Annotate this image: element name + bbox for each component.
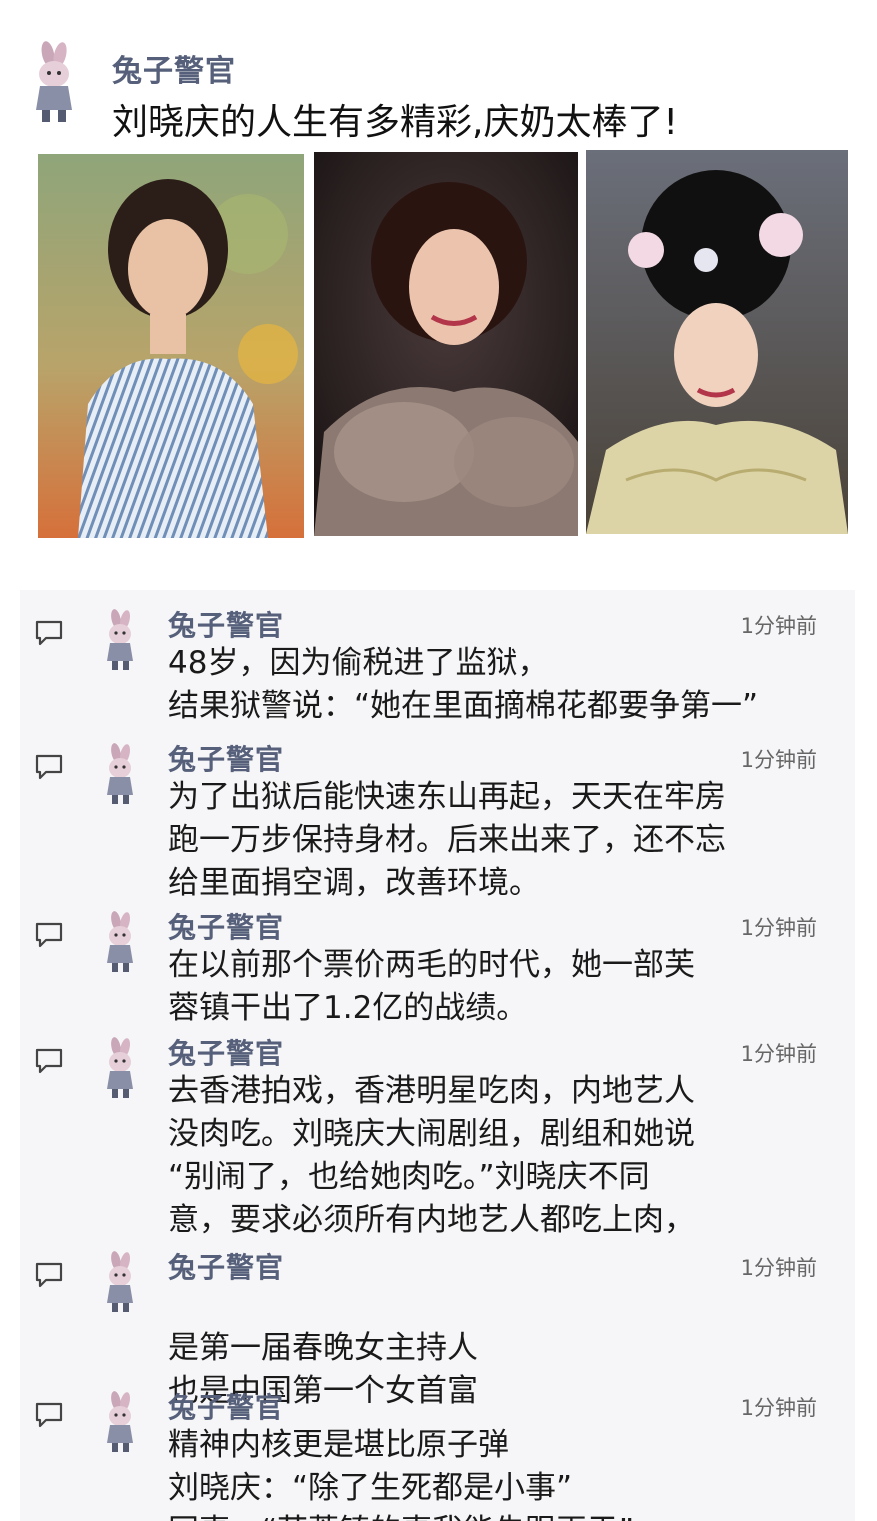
comment-reply-icon[interactable] bbox=[34, 920, 64, 950]
comment-item: 兔子警官 1分钟前精神内核更是堪比原子弹刘晓庆：“除了生死都是小事” 同事：“芙蓉镇… bbox=[20, 1386, 855, 1521]
comment-reply-icon[interactable] bbox=[34, 618, 64, 648]
comment-timestamp: 1分钟前 bbox=[740, 916, 817, 940]
comment-reply-icon[interactable] bbox=[34, 1046, 64, 1076]
comment-author-name[interactable]: 兔子警官 bbox=[168, 1032, 284, 1072]
comment-text-line: 为了出狱后能快速东山再起，天天在牢房 bbox=[168, 779, 726, 815]
comment-author-name[interactable]: 兔子警官 bbox=[168, 906, 284, 946]
comment-timestamp: 1分钟前 bbox=[740, 1256, 817, 1280]
rabbit-avatar-icon[interactable] bbox=[98, 1390, 142, 1454]
comment-text: 在以前那个票价两毛的时代，她一部芙 蓉镇干出了1.2亿的战绩。 bbox=[168, 944, 695, 1030]
comment-text: 去香港拍戏，香港明星吃肉，内地艺人 没肉吃。刘晓庆大闹剧组，剧组和她说 “别闹了，也… bbox=[168, 1070, 695, 1242]
comment-text-line: 精神内核更是堪比原子弹 bbox=[168, 1427, 509, 1463]
comment-text-line: “别闹了，也给她肉吃。”刘晓庆不同 bbox=[168, 1159, 650, 1195]
comment-timestamp: 1分钟前 bbox=[740, 1396, 817, 1420]
rabbit-avatar-icon[interactable] bbox=[98, 742, 142, 806]
screenshot-page: 兔子警官 刘晓庆的人生有多精彩,庆奶太棒了! 兔子警官 1分钟前 48岁，因为偷… bbox=[0, 0, 877, 1521]
comment-text-line: 刘晓庆：“除了生死都是小事” bbox=[168, 1470, 573, 1506]
comment-reply-icon[interactable] bbox=[34, 1400, 64, 1430]
comment-timestamp: 1分钟前 bbox=[740, 1042, 817, 1066]
comment-text-line: 在以前那个票价两毛的时代，她一部芙 bbox=[168, 947, 695, 983]
portrait-photo-traditional-costume[interactable] bbox=[586, 150, 848, 534]
comment-author-name[interactable]: 兔子警官 bbox=[168, 1246, 284, 1286]
comment-item: 兔子警官 1分钟前去香港拍戏，香港明星吃肉，内地艺人 没肉吃。刘晓庆大闹剧组，剧组和… bbox=[20, 1032, 855, 1238]
comment-timestamp: 1分钟前 bbox=[740, 614, 817, 638]
comment-author-name[interactable]: 兔子警官 bbox=[168, 604, 284, 644]
comment-text-line: 同事：“芙蓉镇的事我能先跟再于” bbox=[168, 1510, 634, 1521]
comment-text-line: 去香港拍戏，香港明星吃肉，内地艺人 bbox=[168, 1073, 695, 1109]
rabbit-avatar-icon[interactable] bbox=[98, 1036, 142, 1100]
comment-item: 兔子警官 1分钟前 为了出狱后能快速东山再起，天天在牢房 跑一万步保持身材。后来出来了… bbox=[20, 738, 855, 901]
portrait-photo-striped-shirt[interactable] bbox=[38, 154, 304, 538]
comment-text-line bbox=[168, 1284, 478, 1327]
comment-text-line: 48岁，因为偷税进了监狱， bbox=[168, 645, 549, 681]
rabbit-avatar-icon[interactable] bbox=[98, 1250, 142, 1314]
post-author-name[interactable]: 兔子警官 bbox=[112, 46, 236, 90]
rabbit-avatar-icon[interactable] bbox=[98, 910, 142, 974]
comment-text-line: 意，要求必须所有内地艺人都吃上肉， bbox=[168, 1202, 695, 1238]
comment-reply-icon[interactable] bbox=[34, 752, 64, 782]
post-title: 刘晓庆的人生有多精彩,庆奶太棒了! bbox=[112, 102, 678, 143]
comment-item: 兔子警官 1分钟前 是第一届春晚女主持人 也是中国第一个女首富 bbox=[20, 1246, 855, 1409]
portrait-photo-fur-stole[interactable] bbox=[314, 152, 578, 536]
comment-text: 为了出狱后能快速东山再起，天天在牢房 跑一万步保持身材。后来出来了，还不忘 给里面捐… bbox=[168, 776, 726, 905]
comment-text-line: 跑一万步保持身材。后来出来了，还不忘 bbox=[168, 822, 726, 858]
rabbit-avatar-icon[interactable] bbox=[98, 608, 142, 672]
comment-text-line: 结果狱警说：“她在里面摘棉花都要争第一” bbox=[168, 688, 759, 724]
post: 兔子警官 刘晓庆的人生有多精彩,庆奶太棒了! bbox=[0, 0, 877, 560]
comment-reply-icon[interactable] bbox=[34, 1260, 64, 1290]
photo-grid bbox=[38, 150, 850, 540]
comment-text-line: 蓉镇干出了1.2亿的战绩。 bbox=[168, 990, 528, 1026]
comments-panel: 兔子警官 1分钟前 48岁，因为偷税进了监狱， 结果狱警说：“她在里面摘棉花都要争第一… bbox=[20, 590, 855, 1521]
comment-timestamp: 1分钟前 bbox=[740, 748, 817, 772]
comment-text: 48岁，因为偷税进了监狱， 结果狱警说：“她在里面摘棉花都要争第一” bbox=[168, 642, 758, 728]
comment-text-line: 没肉吃。刘晓庆大闹剧组，剧组和她说 bbox=[168, 1116, 695, 1152]
comment-text-line: 给里面捐空调，改善环境。 bbox=[168, 865, 540, 901]
comment-item: 兔子警官 1分钟前在以前那个票价两毛的时代，她一部芙 蓉镇干出了1.2亿的战绩。 bbox=[20, 906, 855, 1046]
comment-text-line: 是第一届春晚女主持人 bbox=[168, 1330, 478, 1366]
comment-author-name[interactable]: 兔子警官 bbox=[168, 738, 284, 778]
comment-text: 精神内核更是堪比原子弹刘晓庆：“除了生死都是小事” 同事：“芙蓉镇的事我能先跟再于… bbox=[168, 1424, 634, 1521]
comment-item: 兔子警官 1分钟前 48岁，因为偷税进了监狱， 结果狱警说：“她在里面摘棉花都要争第一… bbox=[20, 604, 855, 744]
comment-author-name[interactable]: 兔子警官 bbox=[168, 1386, 284, 1426]
rabbit-avatar-icon[interactable] bbox=[22, 40, 84, 124]
